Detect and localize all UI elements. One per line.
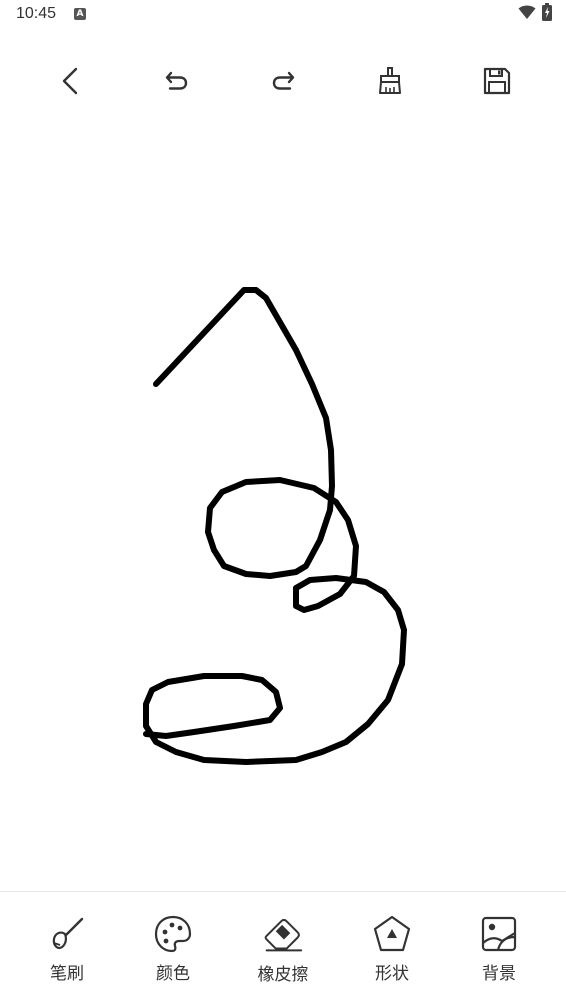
brush-tool-label: 笔刷 xyxy=(50,964,84,984)
background-tool-button[interactable]: 背景 xyxy=(459,914,539,984)
eraser-tool-button[interactable]: 橡皮擦 xyxy=(243,914,323,985)
floppy-disk-icon xyxy=(483,67,511,95)
bottom-toolbar: 笔刷 颜色 橡皮擦 形状 背景 xyxy=(0,891,566,1008)
palette-icon xyxy=(154,915,192,952)
top-toolbar xyxy=(0,56,566,106)
color-tool-button[interactable]: 颜色 xyxy=(133,914,213,984)
color-tool-label: 颜色 xyxy=(156,964,190,984)
redo-icon xyxy=(272,71,295,90)
text-input-icon: A xyxy=(74,8,86,20)
brush-icon xyxy=(52,917,84,949)
background-tool-label: 背景 xyxy=(482,964,516,984)
undo-icon xyxy=(165,71,188,90)
image-background-icon xyxy=(481,916,517,951)
eraser-icon xyxy=(264,918,303,952)
drawing-canvas[interactable] xyxy=(0,112,566,890)
shape-tool-label: 形状 xyxy=(375,964,409,984)
eraser-tool-label: 橡皮擦 xyxy=(257,965,309,985)
status-time: 10:45 xyxy=(16,5,57,22)
drawn-stroke xyxy=(143,287,407,765)
chevron-left-icon xyxy=(62,67,78,95)
battery-charging-icon xyxy=(542,3,552,25)
redo-button[interactable] xyxy=(258,56,308,106)
brush-tool-button[interactable]: 笔刷 xyxy=(27,914,107,984)
status-bar: 10:45 A xyxy=(0,0,566,30)
pentagon-shape-icon xyxy=(373,915,411,951)
undo-button[interactable] xyxy=(152,56,202,106)
broom-icon xyxy=(379,67,401,94)
status-icons xyxy=(518,3,552,25)
wifi-icon xyxy=(518,4,536,24)
save-button[interactable] xyxy=(472,56,522,106)
clear-button[interactable] xyxy=(365,56,415,106)
shape-tool-button[interactable]: 形状 xyxy=(352,914,432,984)
back-button[interactable] xyxy=(45,56,95,106)
